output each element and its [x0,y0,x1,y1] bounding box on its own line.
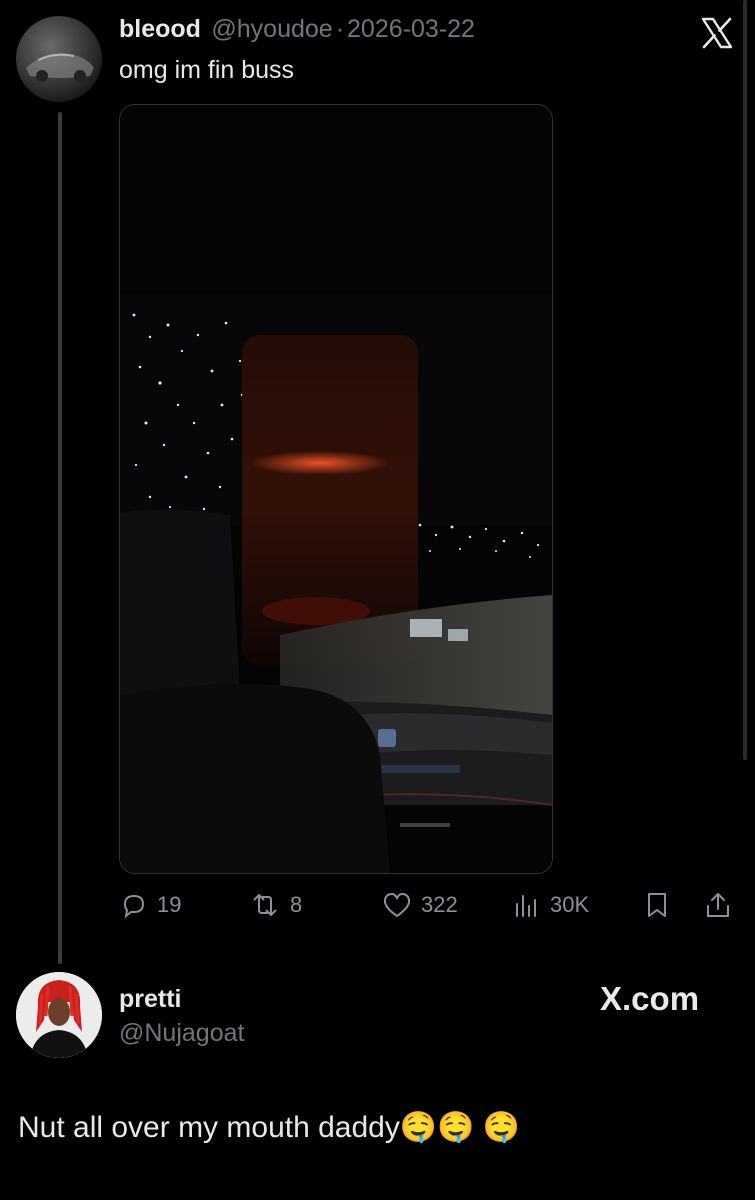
author-avatar[interactable] [16,16,102,102]
avatar-car-image [26,53,94,82]
like-button[interactable]: 322 [381,890,458,920]
x-com-label: X.com [600,980,700,1017]
author-name[interactable]: bleood [119,15,201,43]
share-button[interactable] [703,890,733,920]
reply-author-name[interactable]: pretti [119,985,182,1014]
author-handle[interactable]: @hyoudoe [211,15,332,43]
tweet-actions: 19 8 322 30K [0,890,755,924]
bookmark-button[interactable] [643,890,671,920]
scrollbar[interactable] [743,0,747,760]
repost-count: 8 [290,892,303,917]
repost-icon [253,893,277,917]
reply-text: Nut all over my mouth daddy🤤🤤 🤤 [18,1111,521,1144]
views-button[interactable]: 30K [512,890,589,920]
tweet-date[interactable]: 2026-03-22 [347,15,475,43]
views-chart-icon [516,895,536,917]
thread-line [58,112,62,964]
bookmark-icon [648,893,666,917]
x-com-brand[interactable]: X.com [600,980,699,1018]
tweet-video[interactable] [119,104,553,874]
tweet-text: omg im fin buss [119,56,295,84]
reply-author-handle[interactable]: @Nujagoat [119,1019,244,1048]
reply-icon [123,894,145,919]
views-count: 30K [550,892,590,917]
tweet-header: bleood @hyoudoe · 2026-03-22 [119,15,475,44]
like-count: 322 [421,892,458,917]
share-icon [707,893,729,917]
x-logo-icon[interactable] [700,16,734,50]
avatar-person-image [16,972,102,1058]
car-interior-image [120,105,552,873]
reply-count: 19 [157,892,182,917]
dot-separator: · [335,15,345,43]
reply-button[interactable]: 19 [119,890,181,920]
reply-author-avatar[interactable] [16,972,102,1058]
repost-button[interactable]: 8 [248,890,302,920]
heart-icon [383,892,411,918]
